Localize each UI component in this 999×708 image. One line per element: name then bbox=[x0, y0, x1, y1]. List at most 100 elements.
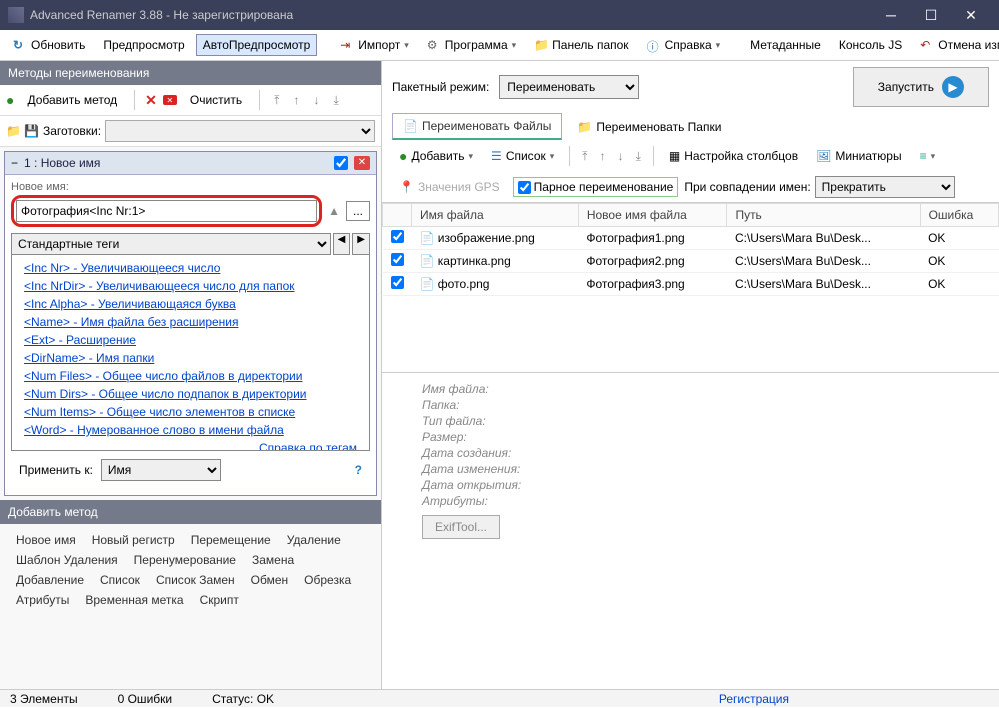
separator bbox=[653, 146, 654, 166]
program-button[interactable]: ⚙Программа bbox=[420, 34, 523, 56]
match-select[interactable]: Прекратить bbox=[815, 176, 955, 198]
table-row[interactable]: 📄 картинка.pngФотография2.pngC:\Users\Ma… bbox=[383, 250, 999, 273]
presets-select[interactable] bbox=[105, 120, 375, 142]
import-button[interactable]: ⇥Импорт bbox=[333, 34, 415, 56]
col-newname[interactable]: Новое имя файла bbox=[578, 204, 727, 227]
method-1-box: − 1 : Новое имя ✕ Новое имя: ▲ ... Станд… bbox=[4, 151, 377, 496]
collapse-icon[interactable]: − bbox=[11, 156, 18, 170]
autopreview-button[interactable]: АвтоПредпросмотр bbox=[196, 34, 318, 56]
delete-icon[interactable]: ✕ bbox=[145, 92, 157, 109]
method-1-close[interactable]: ✕ bbox=[354, 156, 370, 170]
col-path[interactable]: Путь bbox=[727, 204, 920, 227]
method-type-link[interactable]: Скрипт bbox=[192, 590, 247, 610]
method-type-link[interactable]: Замена bbox=[244, 550, 302, 570]
help-button[interactable]: ⓘСправка bbox=[640, 34, 728, 56]
pair-checkbox[interactable] bbox=[518, 181, 531, 194]
method-type-link[interactable]: Удаление bbox=[279, 530, 349, 550]
method-type-link[interactable]: Список Замен bbox=[148, 570, 243, 590]
preview-button[interactable]: Предпросмотр bbox=[96, 34, 191, 56]
maximize-button[interactable]: ☐ bbox=[911, 1, 951, 29]
move-bottom-button[interactable]: ⤓ bbox=[329, 91, 342, 110]
method-1-title[interactable]: − 1 : Новое имя ✕ bbox=[5, 152, 376, 175]
metadata-button[interactable]: Метаданные bbox=[743, 34, 828, 56]
clear-button[interactable]: Очистить bbox=[183, 89, 249, 111]
tag-item[interactable]: <Num Items> - Общее число элементов в сп… bbox=[16, 403, 365, 421]
tag-item[interactable]: <Num Files> - Общее число файлов в дирек… bbox=[16, 367, 365, 385]
tag-item[interactable]: <Num Dirs> - Общее число подпапок в дире… bbox=[16, 385, 365, 403]
method-type-link[interactable]: Перемещение bbox=[183, 530, 279, 550]
move-top-button[interactable]: ⤒ bbox=[270, 91, 283, 110]
method-type-link[interactable]: Атрибуты bbox=[8, 590, 77, 610]
folder-panel-button[interactable]: 📁Панель папок bbox=[527, 34, 635, 56]
method-type-link[interactable]: Временная метка bbox=[77, 590, 191, 610]
up-btn[interactable]: ▲ bbox=[328, 204, 340, 218]
file-move-bottom[interactable]: ⤓ bbox=[632, 147, 645, 166]
method-1-checkbox[interactable] bbox=[334, 156, 348, 170]
tag-item[interactable]: <Ext> - Расширение bbox=[16, 331, 365, 349]
table-row[interactable]: 📄 изображение.pngФотография1.pngC:\Users… bbox=[383, 227, 999, 250]
tab-folders[interactable]: 📁Переименовать Папки bbox=[566, 113, 732, 140]
exiftool-button[interactable]: ExifTool... bbox=[422, 515, 500, 539]
minimize-button[interactable]: ─ bbox=[871, 1, 911, 29]
file-move-down[interactable]: ↓ bbox=[614, 147, 628, 165]
tags-help-link[interactable]: Справка по тегам bbox=[259, 441, 357, 451]
tag-prev[interactable]: ◀ bbox=[333, 233, 351, 255]
method-type-link[interactable]: Обрезка bbox=[296, 570, 359, 590]
tag-item[interactable]: <Inc Alpha> - Увеличивающаяся буква bbox=[16, 295, 365, 313]
new-name-input[interactable] bbox=[16, 200, 317, 222]
info-filename: Имя файла: bbox=[422, 381, 959, 397]
batch-mode-select[interactable]: Переименовать bbox=[499, 75, 639, 99]
file-table: Имя файла Новое имя файла Путь Ошибка 📄 … bbox=[382, 203, 999, 296]
col-name[interactable]: Имя файла bbox=[412, 204, 579, 227]
method-help-icon[interactable]: ? bbox=[355, 463, 362, 477]
folder-icon[interactable]: 📁 bbox=[6, 124, 20, 138]
thumb-icon: 🖼 bbox=[816, 149, 831, 163]
tag-item[interactable]: <DirName> - Имя папки bbox=[16, 349, 365, 367]
row-checkbox[interactable] bbox=[391, 253, 404, 266]
method-type-link[interactable]: Список bbox=[92, 570, 148, 590]
tag-item[interactable]: <Inc NrDir> - Увеличивающееся число для … bbox=[16, 277, 365, 295]
method-type-link[interactable]: Перенумерование bbox=[126, 550, 244, 570]
info-opened: Дата открытия: bbox=[422, 477, 959, 493]
row-checkbox[interactable] bbox=[391, 276, 404, 289]
close-button[interactable]: ✕ bbox=[951, 1, 991, 29]
folder-icon: 📁 bbox=[534, 38, 548, 52]
add-method-button[interactable]: Добавить метод bbox=[20, 89, 124, 111]
tag-list[interactable]: <Inc Nr> - Увеличивающееся число <Inc Nr… bbox=[11, 255, 370, 451]
method-type-link[interactable]: Добавление bbox=[8, 570, 92, 590]
tag-item[interactable]: <Name> - Имя файла без расширения bbox=[16, 313, 365, 331]
list-button[interactable]: ☰Список bbox=[484, 145, 561, 167]
pair-rename[interactable]: Парное переименование bbox=[513, 177, 679, 197]
info-folder: Папка: bbox=[422, 397, 959, 413]
view-button[interactable]: ≡ bbox=[913, 145, 943, 167]
tag-item[interactable]: <Inc Nr> - Увеличивающееся число bbox=[16, 259, 365, 277]
method-type-link[interactable]: Новое имя bbox=[8, 530, 84, 550]
table-row[interactable]: 📄 фото.pngФотография3.pngC:\Users\Mara B… bbox=[383, 273, 999, 296]
batch-mode-label: Пакетный режим: bbox=[392, 80, 489, 94]
method-type-link[interactable]: Обмен bbox=[243, 570, 297, 590]
refresh-button[interactable]: ↻Обновить bbox=[6, 34, 92, 56]
columns-button[interactable]: ▦Настройка столбцов bbox=[662, 145, 805, 167]
method-type-link[interactable]: Новый регистр bbox=[84, 530, 183, 550]
browse-button[interactable]: ... bbox=[346, 201, 370, 221]
col-error[interactable]: Ошибка bbox=[920, 204, 998, 227]
registration-link[interactable]: Регистрация bbox=[719, 692, 789, 706]
tag-next[interactable]: ▶ bbox=[352, 233, 370, 255]
add-files-button[interactable]: ●Добавить bbox=[392, 144, 480, 168]
tab-files[interactable]: 📄Переименовать Файлы bbox=[392, 113, 562, 140]
file-move-top[interactable]: ⤒ bbox=[578, 147, 591, 166]
tag-item[interactable]: <Word> - Нумерованное слово в имени файл… bbox=[16, 421, 365, 439]
save-icon[interactable]: 💾 bbox=[24, 124, 39, 138]
gps-button[interactable]: 📍Значения GPS bbox=[392, 176, 507, 198]
method-type-link[interactable]: Шаблон Удаления bbox=[8, 550, 126, 570]
run-button[interactable]: Запустить ▶ bbox=[853, 67, 989, 107]
apply-to-select[interactable]: Имя bbox=[101, 459, 221, 481]
move-up-button[interactable]: ↑ bbox=[289, 91, 303, 109]
tags-select[interactable]: Стандартные теги bbox=[11, 233, 331, 255]
thumbnails-button[interactable]: 🖼Миниатюры bbox=[809, 145, 908, 167]
file-move-up[interactable]: ↑ bbox=[596, 147, 610, 165]
console-js-button[interactable]: Консоль JS bbox=[832, 34, 909, 56]
row-checkbox[interactable] bbox=[391, 230, 404, 243]
undo-button[interactable]: ↶Отмена изменений... bbox=[913, 34, 999, 56]
move-down-button[interactable]: ↓ bbox=[309, 91, 323, 109]
